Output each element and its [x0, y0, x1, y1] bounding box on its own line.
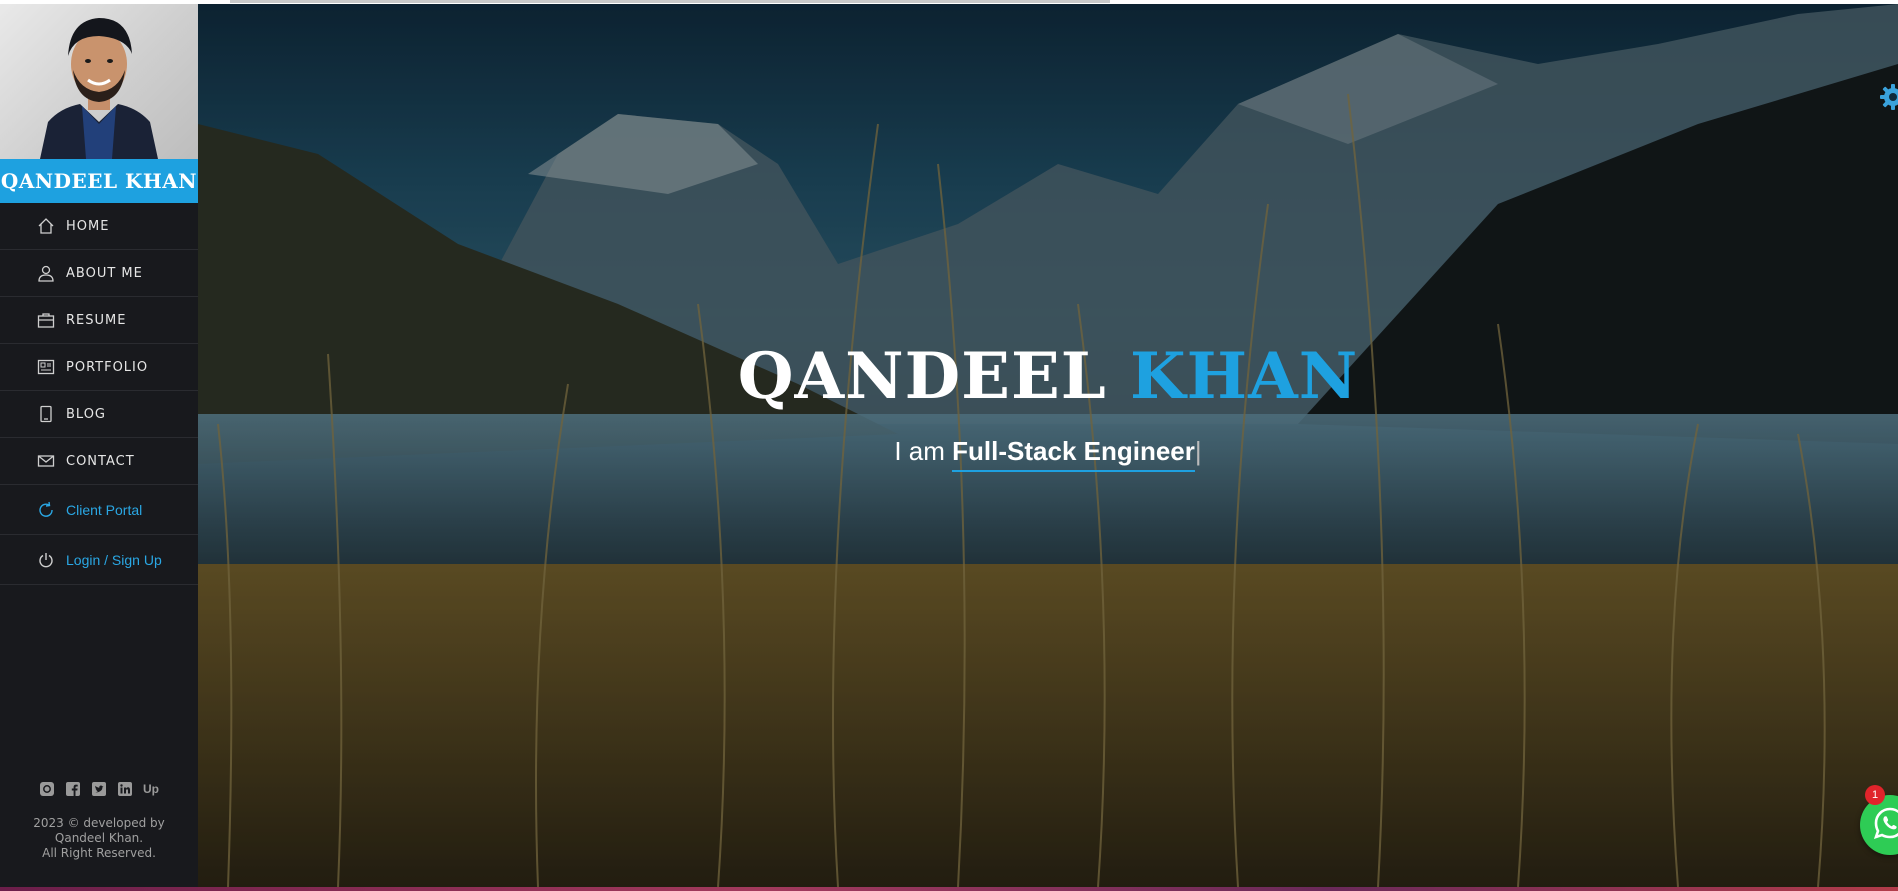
sidebar-item-client-portal[interactable]: Client Portal	[0, 485, 198, 535]
social-links: Up	[0, 780, 198, 798]
sidebar-item-label: Login / Sign Up	[66, 551, 162, 568]
whatsapp-icon	[1873, 806, 1898, 844]
hero-subtitle: I am Full-Stack Engineer|	[198, 436, 1898, 472]
linkedin-icon[interactable]	[116, 780, 134, 798]
sidebar-item-about[interactable]: ABOUT ME	[0, 250, 198, 297]
copyright-note: 2023 © developed by Qandeel Khan. All Ri…	[0, 816, 198, 861]
sidebar-item-resume[interactable]: RESUME	[0, 297, 198, 344]
hero-role: Full-Stack Engineer	[952, 436, 1195, 472]
user-icon	[36, 263, 56, 283]
hero-title: QANDEEL KHAN	[198, 339, 1898, 414]
sidebar: QANDEEL KHAN HOME ABOUT ME RESUME PORTFO…	[0, 4, 198, 887]
sidebar-item-label: CONTACT	[66, 453, 135, 469]
copyright-line-1: 2023 © developed by	[33, 816, 165, 830]
avatar	[0, 4, 198, 159]
top-strip	[0, 0, 1898, 4]
sidebar-item-home[interactable]: HOME	[0, 203, 198, 250]
notification-badge: 1	[1865, 785, 1885, 805]
sidebar-item-label: Client Portal	[66, 501, 143, 518]
sidebar-item-portfolio[interactable]: PORTFOLIO	[0, 344, 198, 391]
sidebar-item-label: PORTFOLIO	[66, 359, 149, 375]
hero-section: QANDEEL KHAN I am Full-Stack Engineer|	[198, 4, 1898, 887]
bottom-strip	[0, 887, 1898, 891]
sidebar-item-label: HOME	[66, 218, 110, 234]
instagram-icon[interactable]	[38, 780, 56, 798]
sidebar-item-label: ABOUT ME	[66, 265, 143, 281]
sidebar-item-contact[interactable]: CONTACT	[0, 438, 198, 485]
refresh-icon	[36, 500, 56, 520]
hero-prefix: I am	[894, 436, 945, 466]
typing-caret: |	[1194, 436, 1202, 466]
hero-last-name: KHAN	[1130, 339, 1359, 414]
upwork-icon[interactable]: Up	[142, 780, 160, 798]
mail-icon	[36, 451, 56, 471]
name-banner: QANDEEL KHAN	[0, 159, 198, 203]
briefcase-icon	[36, 310, 56, 330]
sidebar-item-blog[interactable]: BLOG	[0, 391, 198, 438]
sidebar-item-label: RESUME	[66, 312, 127, 328]
horizontal-scroll-thumb[interactable]	[230, 0, 1110, 3]
tablet-icon	[36, 404, 56, 424]
portfolio-icon	[36, 357, 56, 377]
facebook-icon[interactable]	[64, 780, 82, 798]
twitter-icon[interactable]	[90, 780, 108, 798]
copyright-line-2: Qandeel Khan.	[54, 831, 144, 845]
settings-gear-icon[interactable]	[1878, 82, 1898, 112]
sidebar-item-login[interactable]: Login / Sign Up	[0, 535, 198, 585]
copyright-line-3: All Right Reserved.	[42, 846, 156, 860]
sidebar-nav: HOME ABOUT ME RESUME PORTFOLIO BLOG CONT…	[0, 203, 198, 585]
power-icon	[36, 550, 56, 570]
sidebar-item-label: BLOG	[66, 406, 107, 422]
hero-first-name: QANDEEL	[737, 339, 1107, 414]
profile-name: QANDEEL KHAN	[0, 169, 198, 193]
home-icon	[36, 216, 56, 236]
